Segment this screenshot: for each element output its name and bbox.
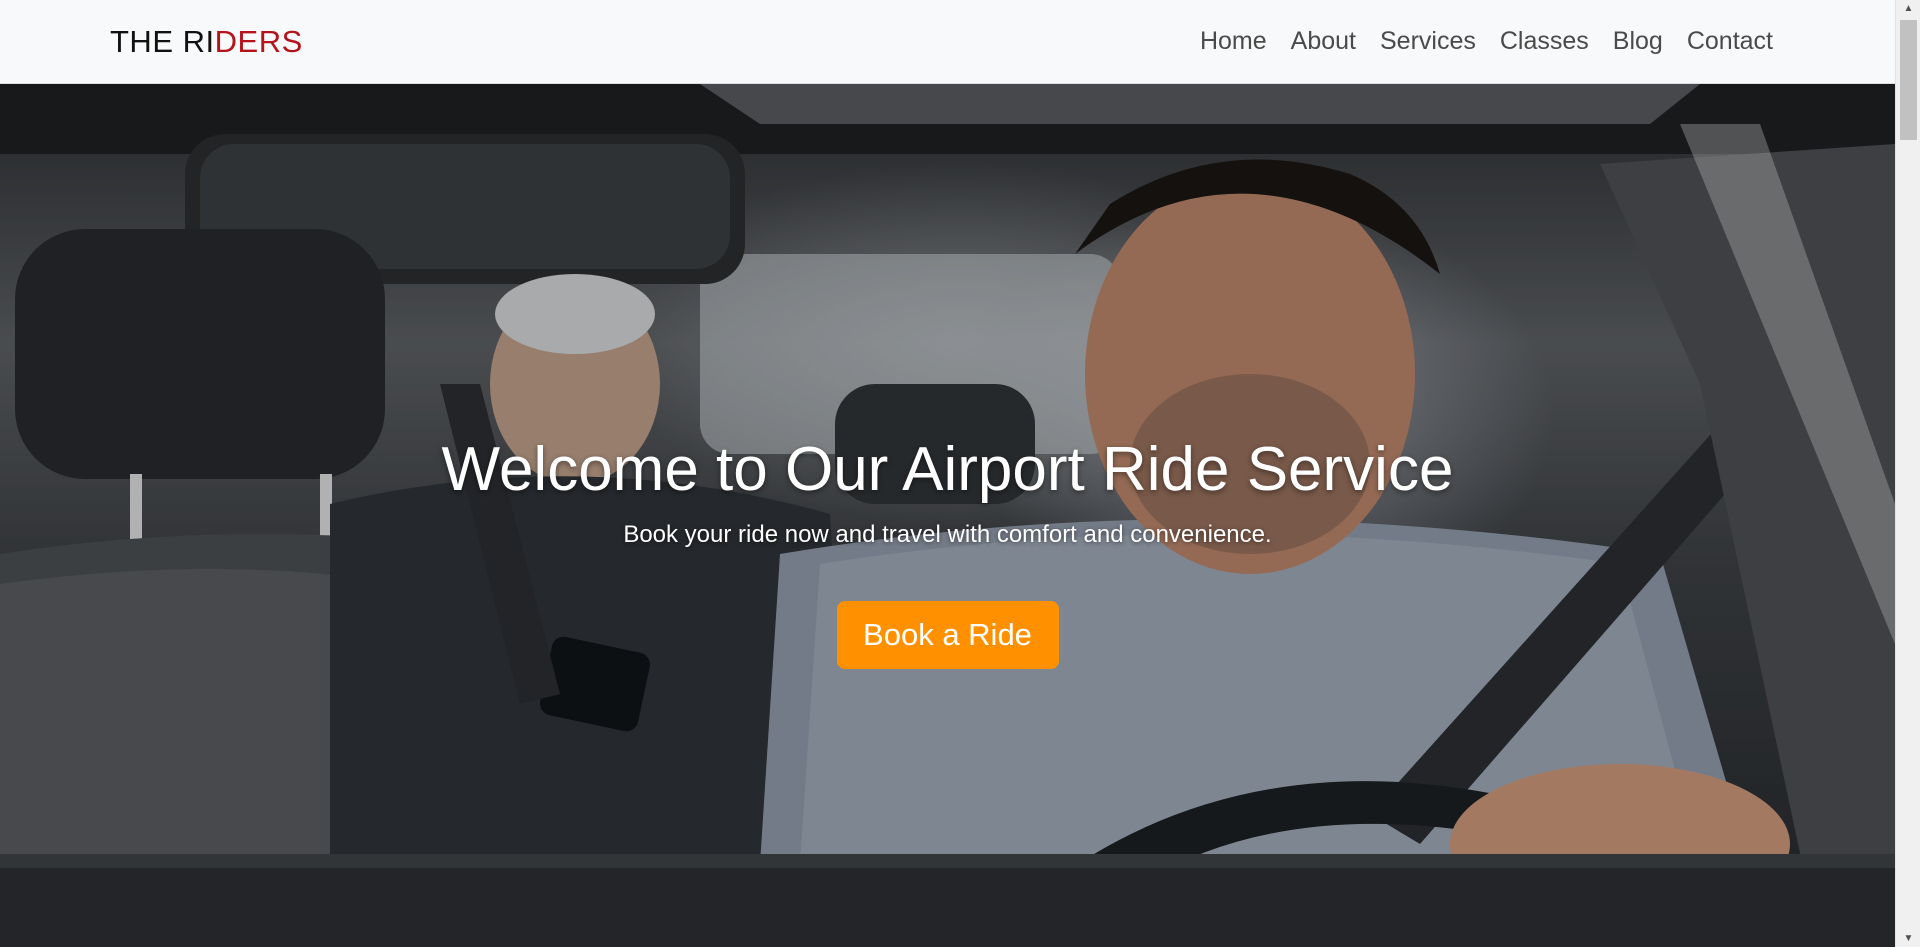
nav-link-about[interactable]: About bbox=[1279, 27, 1368, 56]
nav-menu: Home About Services Classes Blog Contact bbox=[1188, 27, 1773, 56]
nav-link-contact[interactable]: Contact bbox=[1675, 27, 1773, 56]
brand-logo[interactable]: THE RIDERS bbox=[110, 24, 303, 60]
triangle-down-icon[interactable]: ▼ bbox=[1896, 930, 1920, 947]
nav-link-classes[interactable]: Classes bbox=[1488, 27, 1601, 56]
hero-section: Welcome to Our Airport Ride Service Book… bbox=[0, 84, 1895, 947]
brand-text-red: DERS bbox=[214, 23, 303, 59]
nav-link-home[interactable]: Home bbox=[1188, 27, 1279, 56]
scrollbar-thumb[interactable] bbox=[1900, 20, 1917, 140]
hero-subtitle: Book your ride now and travel with comfo… bbox=[623, 521, 1272, 549]
nav-link-services[interactable]: Services bbox=[1368, 27, 1488, 56]
brand-text-dark: THE RI bbox=[110, 23, 215, 59]
top-navbar: THE RIDERS Home About Services Classes B… bbox=[0, 0, 1895, 84]
hero-title: Welcome to Our Airport Ride Service bbox=[441, 435, 1454, 504]
hero-content: Welcome to Our Airport Ride Service Book… bbox=[0, 84, 1895, 947]
page: THE RIDERS Home About Services Classes B… bbox=[0, 0, 1920, 947]
book-a-ride-button[interactable]: Book a Ride bbox=[836, 601, 1059, 670]
page-scrollbar[interactable]: ▲ ▼ bbox=[1895, 0, 1920, 947]
nav-link-blog[interactable]: Blog bbox=[1601, 27, 1675, 56]
triangle-up-icon[interactable]: ▲ bbox=[1896, 0, 1920, 17]
